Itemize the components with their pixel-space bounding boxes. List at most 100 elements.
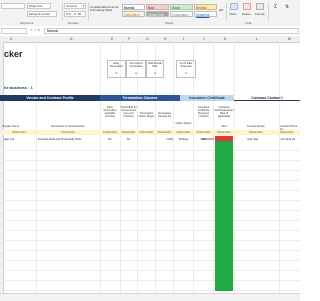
column-header-l[interactable]: L: [256, 37, 258, 41]
style-good[interactable]: Good: [170, 4, 193, 10]
grid-line: [234, 42, 235, 300]
header-supplier-name: Supplier Name: [2, 125, 20, 128]
delete-icon[interactable]: [243, 3, 251, 10]
grid-line: [3, 210, 300, 211]
grid-line: [155, 42, 156, 300]
chevron-down-icon: ▾: [82, 4, 84, 8]
autosum-icon[interactable]: Σ: [274, 5, 277, 10]
placeholder-cell: Placeholder: [12, 131, 26, 134]
header-description: Description of Goods/Service: [51, 125, 85, 128]
wrap-text-button[interactable]: Wrap Text: [27, 3, 51, 9]
ribbon-separator: [88, 3, 89, 21]
grid-line: [3, 180, 300, 181]
grid-line: [3, 220, 300, 221]
summary-box-early: Early Termination 0: [107, 60, 126, 78]
summary-label: Non-cancel Termination: [129, 62, 143, 68]
sort-filter-icon[interactable]: ⇅: [285, 5, 289, 10]
ribbon-separator: [268, 3, 269, 21]
cell-non-cancelable[interactable]: No: [120, 138, 137, 141]
number-format-select[interactable]: General ▾: [64, 3, 86, 9]
placeholder-cell: Placeholder: [280, 131, 294, 134]
grid-line: [3, 240, 300, 241]
placeholder-cell: Placeholder: [249, 131, 263, 134]
styles-group-label: Styles: [165, 21, 174, 25]
style-calculation[interactable]: Calculation: [122, 11, 145, 17]
orientation-button[interactable]: [1, 3, 25, 9]
grid-line: [3, 150, 300, 151]
summary-value: 0: [135, 72, 137, 75]
summary-label: Total Penalty Risk: [147, 62, 163, 68]
band-contract-contact: Contract Contact I: [234, 95, 300, 101]
cell-notice-days[interactable]: 30 Days: [174, 138, 193, 141]
number-format-buttons[interactable]: $ % , .0 .00: [64, 11, 86, 17]
placeholder-cell: Placeholder: [61, 131, 75, 134]
style-neutral[interactable]: Neutral: [194, 4, 217, 10]
style-bad[interactable]: Bad: [146, 4, 169, 10]
grid-line: [3, 160, 300, 161]
column-header-k[interactable]: K: [224, 37, 226, 41]
number-group-label: Number: [68, 21, 79, 25]
grid-line: [3, 170, 300, 171]
format-icon[interactable]: [256, 3, 264, 10]
column-header-h[interactable]: H: [164, 37, 166, 41]
format-button[interactable]: Format: [255, 13, 265, 16]
column-header-g[interactable]: G: [146, 37, 149, 41]
formula-input[interactable]: Normal: [44, 28, 299, 34]
merge-center-button[interactable]: Merge & Center: [27, 11, 57, 17]
column-header-e[interactable]: E: [111, 37, 113, 41]
grid-line: [279, 42, 280, 300]
header-contact-person: Contact Person: [247, 125, 265, 128]
header-termination-notice: Termination Notice (Days): [138, 112, 155, 118]
grid-line: [100, 42, 101, 300]
name-box[interactable]: [1, 28, 27, 34]
summary-label: As Of Date Reported: [179, 62, 193, 68]
grid-line: [3, 270, 300, 271]
grid-line: [3, 190, 300, 191]
cell-supplier[interactable]: ager Ltd.: [4, 138, 15, 141]
column-header-c[interactable]: C: [10, 37, 12, 41]
band-insurance: Insurance Certificate: [180, 95, 234, 101]
business-label: he business : 1: [4, 85, 33, 90]
grid-line: [3, 290, 300, 291]
styles-scroll-icon[interactable]: ▴▾: [219, 8, 223, 12]
grid-line: [213, 42, 214, 300]
style-check-cell[interactable]: Check Cell: [146, 11, 169, 17]
insert-icon[interactable]: [230, 3, 238, 10]
style-hyperlink[interactable]: Hyperlink: [194, 11, 217, 17]
grid-line: [36, 42, 37, 300]
cell-description[interactable]: Provides Deal and Productivity Tools: [38, 138, 82, 141]
format-as-table-button[interactable]: Format as Table: [105, 6, 119, 12]
conditional-formatting-button[interactable]: Conditional Formatting: [90, 6, 105, 12]
delete-button[interactable]: Delete: [242, 13, 251, 16]
cell-contact-person[interactable]: Jack Teal: [247, 138, 258, 141]
style-explanatory[interactable]: Explanatory ...: [170, 11, 193, 23]
header-termination-penalty: Termination Penalty ($): [157, 112, 172, 118]
placeholder-cell: Placeholder: [157, 131, 172, 134]
style-normal[interactable]: Normal: [122, 4, 145, 10]
band-vendor-profile: Vendor and Contract Profile: [0, 95, 100, 101]
placeholder-cell: Placeholder: [176, 131, 191, 134]
column-header-m[interactable]: M: [288, 37, 291, 41]
column-header-i[interactable]: I: [183, 37, 184, 41]
cell-cert-expiry[interactable]: 30/09/2022: [200, 138, 214, 141]
column-header-f[interactable]: F: [128, 37, 130, 41]
placeholder-cell: Placeholder: [217, 131, 231, 134]
cell-contact-phone[interactable]: +44 1212 22...: [280, 138, 297, 141]
cell-termination-penalty[interactable]: 1,000: [156, 138, 173, 141]
formula-icons[interactable]: ✕ ✓ fx: [30, 28, 40, 32]
placeholder-cell: Placeholder: [103, 131, 117, 134]
column-header-d[interactable]: D: [70, 37, 72, 41]
summary-value: 0: [115, 72, 118, 75]
cell-early-termination[interactable]: No: [101, 138, 119, 141]
placeholder-cell: Placeholder: [139, 131, 154, 134]
grid-line: [173, 42, 174, 300]
grid-line: [3, 230, 300, 231]
alert-column-green: [215, 141, 233, 291]
grid-line: [137, 42, 138, 300]
grid-line: [3, 250, 300, 251]
grid-line: [193, 42, 194, 300]
summary-value: 0: [185, 72, 187, 75]
summary-value: 0: [154, 72, 156, 75]
insert-button[interactable]: Insert: [229, 13, 237, 16]
column-header-j[interactable]: J: [203, 37, 205, 41]
